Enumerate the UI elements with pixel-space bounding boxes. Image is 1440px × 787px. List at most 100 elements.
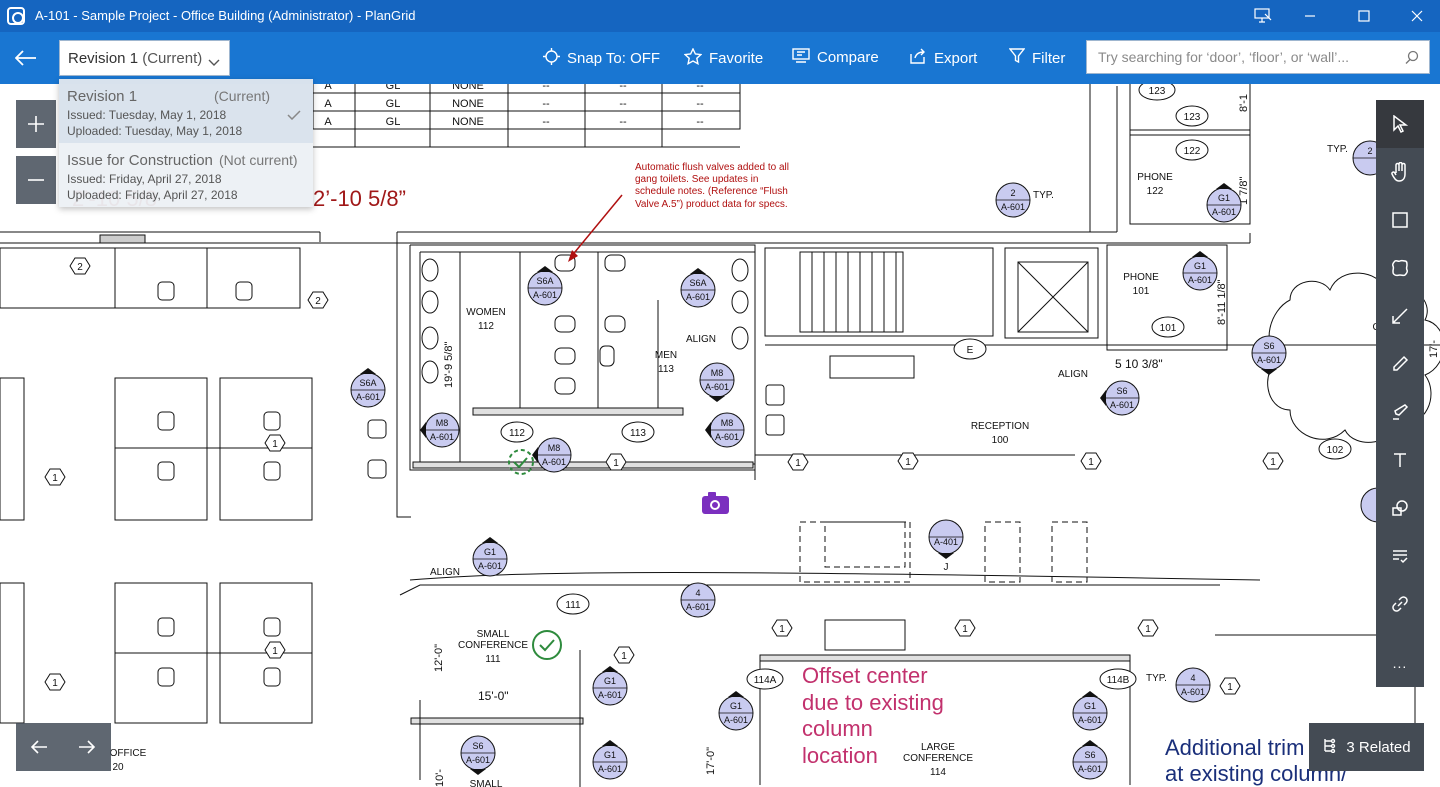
svg-text:101: 101: [1160, 323, 1177, 334]
svg-text:8'-1: 8'-1: [1238, 94, 1250, 112]
svg-text:--: --: [619, 98, 627, 110]
svg-text:A-601: A-601: [1001, 202, 1025, 212]
svg-text:S6A: S6A: [359, 378, 376, 388]
pen-tool-button[interactable]: [1376, 340, 1424, 388]
svg-text:1: 1: [272, 646, 278, 657]
select-tool-button[interactable]: [1376, 100, 1424, 148]
pan-tool-button[interactable]: [1376, 148, 1424, 196]
connect-device-icon[interactable]: [1240, 0, 1286, 32]
text-tool-button[interactable]: [1376, 436, 1424, 484]
svg-text:5 10 3/8": 5 10 3/8": [1115, 357, 1163, 371]
highlighter-tool-button[interactable]: [1376, 388, 1424, 436]
search-input[interactable]: Try searching for ‘door’, ‘floor’, or ‘w…: [1086, 40, 1430, 74]
svg-text:A-601: A-601: [1078, 715, 1102, 725]
svg-text:1: 1: [779, 624, 785, 635]
svg-text:1: 1: [272, 439, 278, 450]
svg-text:A-601: A-601: [1181, 687, 1205, 697]
svg-text:A: A: [324, 84, 332, 92]
svg-text:PHONE: PHONE: [1123, 272, 1159, 283]
compare-button[interactable]: Compare: [792, 48, 879, 67]
note-offset-line-1: Offset center: [802, 663, 928, 688]
maximize-button[interactable]: [1341, 0, 1387, 32]
svg-text:TYP.: TYP.: [1033, 190, 1054, 201]
svg-text:GL: GL: [386, 98, 401, 110]
related-label: 3 Related: [1346, 738, 1411, 756]
note-offset-line-4: location: [802, 743, 878, 768]
text-icon: [1394, 453, 1406, 467]
zoom-out-button[interactable]: [16, 156, 56, 204]
search-icon: [1405, 50, 1419, 67]
export-icon: [909, 48, 927, 68]
more-icon: ...: [1392, 655, 1408, 671]
cloud-tool-button[interactable]: [1376, 244, 1424, 292]
zoom-in-button[interactable]: [16, 100, 56, 148]
title-bar: A-101 - Sample Project - Office Building…: [0, 0, 1440, 32]
favorite-label: Favorite: [709, 50, 764, 67]
svg-text:100: 100: [992, 435, 1009, 446]
more-tools-button[interactable]: ...: [1376, 639, 1424, 687]
rectangle-tool-button[interactable]: [1376, 196, 1424, 244]
arrow-tool-button[interactable]: [1376, 292, 1424, 340]
svg-text:GL: GL: [386, 84, 401, 92]
related-button[interactable]: 3 Related: [1309, 723, 1424, 771]
close-window-button[interactable]: [1394, 0, 1440, 32]
annotation-tool-rail: ...: [1376, 100, 1424, 687]
minus-icon: [28, 179, 44, 181]
svg-text:--: --: [542, 116, 550, 128]
snap-toggle-button[interactable]: Snap To: OFF: [543, 48, 660, 69]
back-button[interactable]: [8, 40, 44, 76]
cloud-icon: [1392, 259, 1408, 277]
plangrid-logo-icon: [7, 7, 25, 25]
svg-text:A-601: A-601: [1188, 275, 1212, 285]
svg-text:--: --: [696, 116, 704, 128]
svg-text:E: E: [967, 345, 974, 356]
export-button[interactable]: Export: [909, 48, 977, 68]
svg-text:--: --: [696, 84, 704, 92]
svg-text:111: 111: [565, 600, 581, 611]
svg-text:A-601: A-601: [598, 764, 622, 774]
chevron-down-icon: [208, 54, 220, 71]
svg-text:113: 113: [658, 364, 674, 375]
next-sheet-button[interactable]: [78, 739, 96, 760]
minimize-button[interactable]: [1287, 0, 1333, 32]
svg-text:114: 114: [930, 767, 946, 778]
link-icon: [1392, 596, 1408, 612]
svg-text:TYP.: TYP.: [1327, 144, 1348, 155]
filter-button[interactable]: Filter: [1008, 48, 1066, 68]
checkmark-icon: [287, 107, 301, 125]
svg-text:S6A: S6A: [689, 278, 706, 288]
svg-text:4: 4: [1190, 673, 1195, 683]
revision-option-previous[interactable]: Issue for Construction (Not current) Iss…: [59, 143, 313, 207]
svg-text:123: 123: [1184, 112, 1201, 123]
svg-text:--: --: [542, 84, 550, 92]
svg-text:A-601: A-601: [686, 292, 710, 302]
svg-text:SMALL: SMALL: [470, 779, 503, 787]
checklist-tool-button[interactable]: [1376, 532, 1424, 580]
svg-text:G1: G1: [1194, 261, 1206, 271]
revision-select[interactable]: Revision 1 (Current): [59, 40, 230, 76]
svg-text:1: 1: [52, 473, 58, 484]
favorite-button[interactable]: Favorite: [683, 47, 764, 69]
revision-option-current[interactable]: Revision 1 (Current) Issued: Tuesday, Ma…: [59, 79, 313, 143]
svg-text:CONFERENCE: CONFERENCE: [458, 640, 528, 651]
svg-text:A-601: A-601: [1257, 355, 1281, 365]
link-tool-button[interactable]: [1376, 580, 1424, 628]
svg-text:A: A: [324, 116, 332, 128]
svg-text:1: 1: [1270, 457, 1276, 468]
svg-text:S6: S6: [1116, 386, 1127, 396]
compare-label: Compare: [817, 49, 879, 66]
svg-text:S6A: S6A: [536, 276, 553, 286]
svg-text:CONFERENCE: CONFERENCE: [903, 753, 973, 764]
filter-label: Filter: [1032, 49, 1066, 67]
dimension-red-text: 2’-10 5/8”: [313, 186, 406, 211]
note-offset-line-2: due to existing: [802, 690, 944, 715]
window-title: A-101 - Sample Project - Office Building…: [35, 8, 416, 23]
previous-sheet-button[interactable]: [30, 739, 48, 760]
revision-option-issued: Issued: Friday, April 27, 2018: [67, 172, 222, 186]
shapes-icon: [1392, 500, 1408, 516]
shapes-tool-button[interactable]: [1376, 484, 1424, 532]
svg-text:15'-0": 15'-0": [478, 689, 509, 703]
svg-text:A-601: A-601: [715, 432, 739, 442]
svg-text:1: 1: [795, 458, 801, 469]
svg-text:12'-0": 12'-0": [433, 644, 445, 672]
